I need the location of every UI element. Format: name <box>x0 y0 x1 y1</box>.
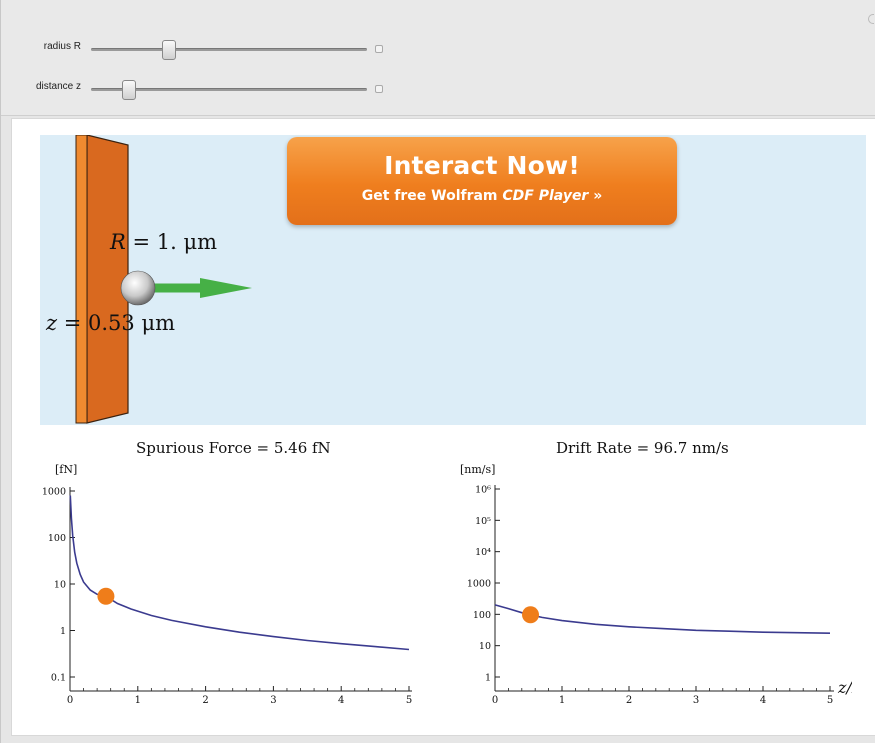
y-tick-label: 100 <box>48 533 66 544</box>
manipulate-window: radius R distance z R = 1. μm z = 0.53 μ… <box>0 0 875 743</box>
banner-subtitle: Get free Wolfram CDF Player » <box>361 188 603 204</box>
output-pane: R = 1. μm z = 0.53 μm Interact Now! Get … <box>11 118 875 736</box>
plate-edge <box>75 135 88 424</box>
x-tick-label: 0 <box>492 695 498 706</box>
plate-face <box>86 135 129 424</box>
y-tick-label: 1 <box>485 673 491 684</box>
x-tick-label: 0 <box>67 695 73 706</box>
distance-control: distance z <box>1 78 421 100</box>
3d-scene[interactable]: R = 1. μm z = 0.53 μm Interact Now! Get … <box>40 135 866 425</box>
force-unit-label: [fN] <box>55 463 78 476</box>
x-tick-label: 5 <box>827 695 833 706</box>
y-tick-label: 1000 <box>467 579 491 590</box>
x-tick-label: 4 <box>338 695 344 706</box>
x-tick-label: 2 <box>626 695 632 706</box>
radius-label: radius R <box>43 41 81 52</box>
drift-plot-title: Drift Rate = 96.7 nm/s <box>556 439 729 457</box>
distance-slider-thumb[interactable] <box>122 80 137 100</box>
y-tick-label: 100 <box>473 610 491 621</box>
series-line <box>69 495 410 651</box>
distance-label: distance z <box>35 81 81 92</box>
x-axis-label: z/R <box>837 678 852 697</box>
y-tick-label: 10 <box>54 580 66 591</box>
y-tick-label: 1000 <box>42 487 66 498</box>
radius-slider-thumb[interactable] <box>161 40 176 60</box>
y-tick-label: 10⁴ <box>475 547 491 558</box>
x-tick-label: 5 <box>406 695 412 706</box>
x-tick-label: 1 <box>135 695 141 706</box>
radius-expand-icon[interactable] <box>375 45 383 53</box>
sphere <box>120 270 156 306</box>
distance-readout: z = 0.53 μm <box>46 311 176 335</box>
x-tick-label: 3 <box>693 695 699 706</box>
x-tick-label: 4 <box>760 695 766 706</box>
drift-plot: 012345z/R110100100010⁴10⁵10⁶ <box>467 485 852 707</box>
y-tick-label: 10⁶ <box>475 485 491 496</box>
y-tick-label: 10⁵ <box>475 516 491 527</box>
current-point-marker <box>522 606 540 624</box>
drift-unit-label: [nm/s] <box>460 463 496 476</box>
radius-readout: R = 1. μm <box>110 230 218 254</box>
radius-slider-track[interactable] <box>91 48 367 51</box>
distance-expand-icon[interactable] <box>375 85 383 93</box>
cdf-player-banner[interactable]: Interact Now! Get free Wolfram CDF Playe… <box>287 137 677 225</box>
x-tick-label: 3 <box>270 695 276 706</box>
force-arrow-head <box>200 278 252 298</box>
control-panel: radius R distance z <box>1 0 875 116</box>
x-tick-label: 1 <box>559 695 565 706</box>
y-tick-label: 10 <box>479 641 491 652</box>
series-line <box>494 604 831 634</box>
y-tick-label: 1 <box>60 626 66 637</box>
banner-title: Interact Now! <box>384 151 580 180</box>
force-plot-title: Spurious Force = 5.46 fN <box>136 439 331 457</box>
force-plot: 012345z/R0.11101001000 <box>42 487 412 706</box>
radius-control: radius R <box>1 38 421 60</box>
x-tick-label: 2 <box>202 695 208 706</box>
y-tick-label: 0.1 <box>51 673 66 684</box>
panel-corner-icon <box>868 14 874 24</box>
current-point-marker <box>97 587 115 605</box>
